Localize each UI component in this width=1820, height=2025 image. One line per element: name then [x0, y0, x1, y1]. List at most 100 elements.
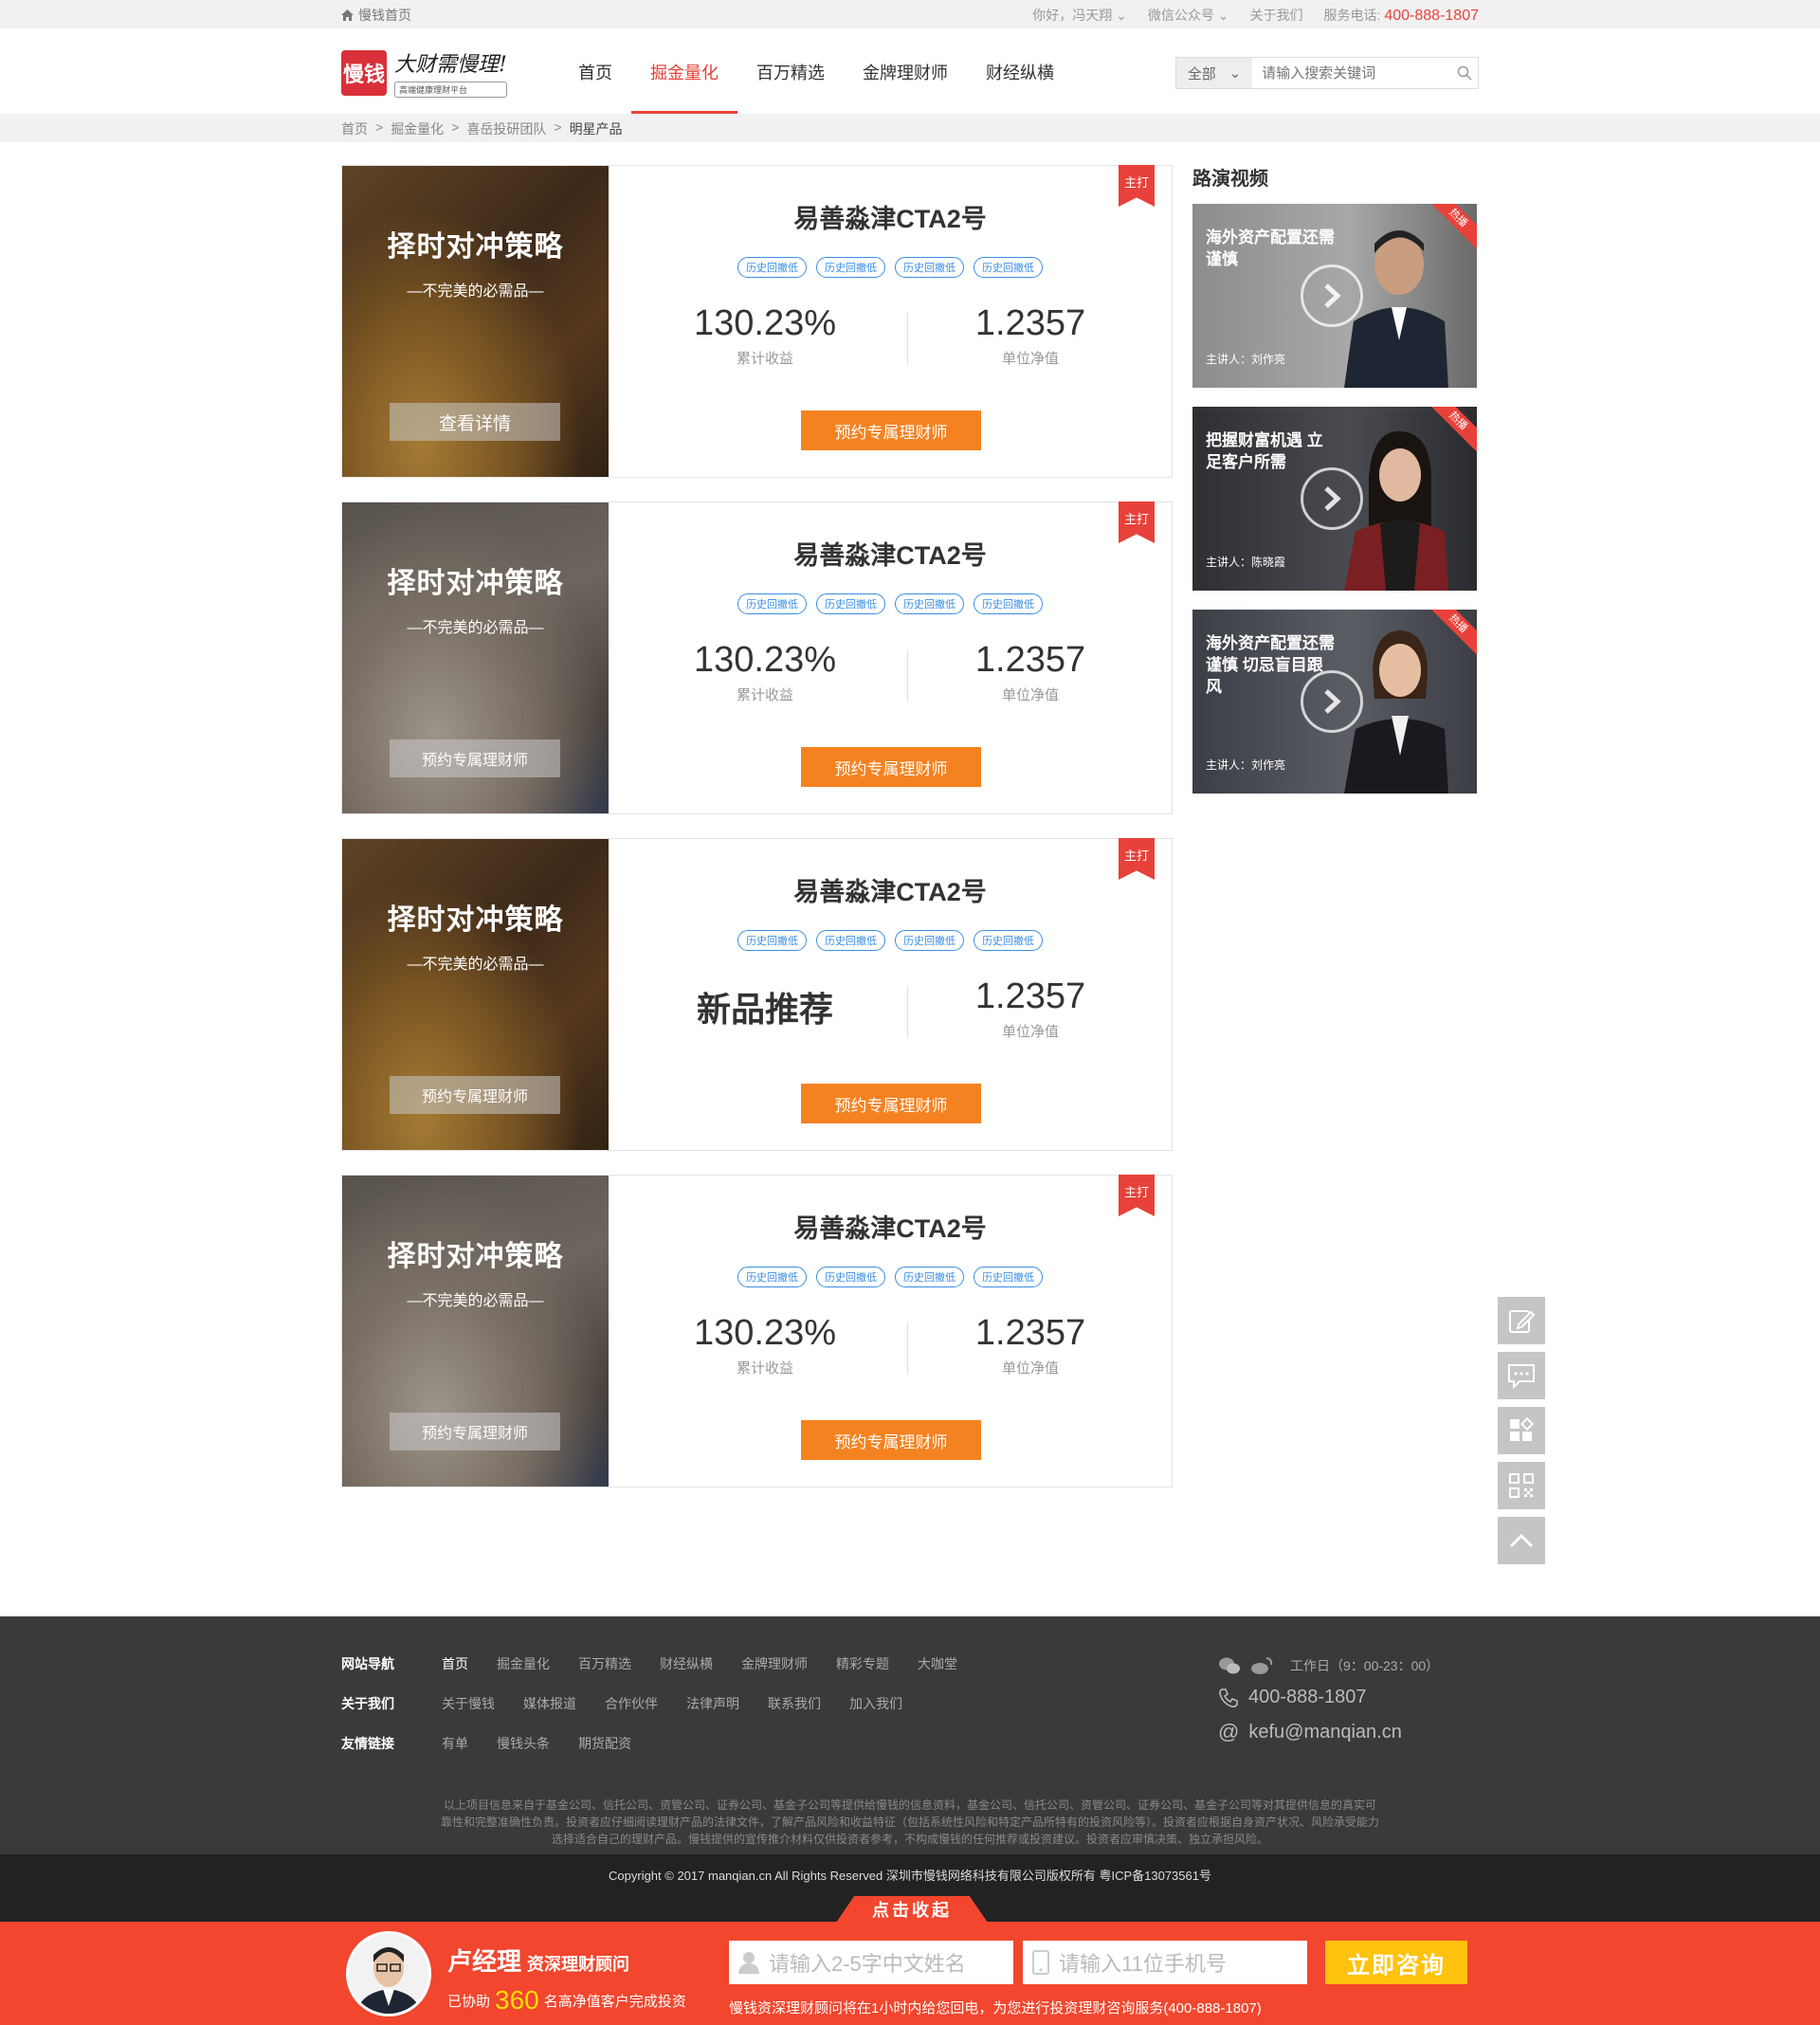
product-name[interactable]: 易善淼津CTA2号	[609, 1208, 1172, 1245]
footer-nav-heading: 网站导航	[341, 1656, 394, 1671]
chevron-down-icon: ⌄	[1228, 65, 1242, 82]
footer-link[interactable]: 金牌理财师	[741, 1654, 808, 1673]
footer-link[interactable]: 百万精选	[578, 1654, 631, 1673]
footer-link[interactable]: 首页	[442, 1654, 468, 1673]
product-name[interactable]: 易善淼津CTA2号	[609, 535, 1172, 572]
site-logo[interactable]: 慢钱 大财需慢理! 高端健康理财平台	[341, 47, 507, 98]
unit-nav-label: 单位净值	[1001, 1024, 1059, 1040]
unit-nav-label: 单位净值	[1001, 1360, 1059, 1377]
video-card[interactable]: 把握财富机遇 立足客户所需 主讲人：陈晓霞 热播	[1192, 407, 1477, 591]
book-advisor-button[interactable]: 预约专属理财师	[801, 410, 981, 450]
play-icon[interactable]	[1301, 265, 1363, 327]
site-footer: 网站导航 首页 掘金量化 百万精选 财经纵横 金牌理财师 精彩专题 大咖堂 关于…	[0, 1616, 1820, 1854]
logo-badge: 慢钱	[341, 49, 387, 96]
footer-link[interactable]: 联系我们	[768, 1694, 821, 1713]
footer-link[interactable]: 法律声明	[686, 1694, 739, 1713]
cumulative-return-value: 130.23%	[693, 1313, 836, 1353]
footer-link[interactable]: 关于慢钱	[442, 1694, 495, 1713]
wechat-link[interactable]: 微信公众号 ⌄	[1148, 6, 1229, 25]
nav-home[interactable]: 首页	[559, 28, 631, 114]
play-icon[interactable]	[1301, 467, 1363, 530]
video-card[interactable]: 海外资产配置还需谨慎 切忌盲目跟风 主讲人：刘作亮 热播	[1192, 610, 1477, 794]
book-advisor-button[interactable]: 预约专属理财师	[801, 1420, 981, 1460]
footer-link[interactable]: 慢钱头条	[497, 1734, 550, 1753]
qrcode-icon[interactable]	[1498, 1462, 1545, 1509]
search-scope-select[interactable]: 全部 ⌄	[1176, 58, 1253, 88]
nav-advisor[interactable]: 金牌理财师	[844, 28, 967, 114]
product-tag: 历史回撤低	[737, 1267, 807, 1287]
product-tags: 历史回撤低 历史回撤低 历史回撤低 历史回撤低	[609, 930, 1172, 951]
nav-quant[interactable]: 掘金量化	[631, 28, 737, 114]
footer-about-heading: 关于我们	[341, 1696, 394, 1711]
cumulative-return-label: 累计收益	[736, 687, 793, 703]
footer-link[interactable]: 财经纵横	[660, 1654, 713, 1673]
book-advisor-button[interactable]: 预约专属理财师	[801, 747, 981, 787]
product-card: 择时对冲策略 —不完美的必需品— 预约专属理财师 易善淼津CTA2号 历史回撤低…	[341, 502, 1173, 814]
banner-book-advisor-button[interactable]: 预约专属理财师	[390, 1413, 560, 1450]
video-card[interactable]: 海外资产配置还需谨慎 主讲人：刘作亮 热播	[1192, 204, 1477, 388]
footer-link[interactable]: 大咖堂	[918, 1654, 957, 1673]
search-input[interactable]	[1252, 58, 1451, 88]
product-tag: 历史回撤低	[974, 593, 1043, 614]
unit-nav-value: 1.2357	[974, 303, 1086, 343]
product-name[interactable]: 易善淼津CTA2号	[609, 198, 1172, 235]
footer-friends-heading: 友情链接	[341, 1736, 394, 1751]
home-icon	[341, 9, 354, 21]
weibo-icon[interactable]	[1250, 1656, 1273, 1675]
home-link[interactable]: 慢钱首页	[341, 6, 411, 25]
consult-submit-button[interactable]: 立即咨询	[1325, 1941, 1467, 1984]
product-tags: 历史回撤低 历史回撤低 历史回撤低 历史回撤低	[609, 593, 1172, 614]
collapse-button[interactable]: 点击收起	[836, 1896, 988, 1923]
footer-phone: 400-888-1807	[1248, 1687, 1367, 1707]
product-card: 择时对冲策略 —不完美的必需品— 查看详情 易善淼津CTA2号 历史回撤低 历史…	[341, 165, 1173, 478]
about-link[interactable]: 关于我们	[1249, 6, 1302, 25]
banner-book-advisor-button[interactable]: 预约专属理财师	[390, 1076, 560, 1114]
video-speaker: 主讲人：刘作亮	[1206, 353, 1286, 366]
back-to-top-icon[interactable]	[1498, 1517, 1545, 1564]
breadcrumb-home[interactable]: 首页	[341, 119, 368, 138]
phone-field[interactable]: 请输入11位手机号	[1023, 1941, 1307, 1984]
banner-book-advisor-button[interactable]: 预约专属理财师	[390, 739, 560, 777]
apps-icon[interactable]	[1498, 1407, 1545, 1454]
nav-selected[interactable]: 百万精选	[737, 28, 844, 114]
breadcrumb-quant[interactable]: 掘金量化	[391, 119, 444, 138]
video-speaker: 主讲人：陈晓霞	[1206, 556, 1286, 569]
edit-icon[interactable]	[1498, 1297, 1545, 1344]
unit-nav-value: 1.2357	[974, 976, 1086, 1016]
user-greeting[interactable]: 你好，冯天翔 ⌄	[1032, 6, 1127, 25]
footer-email[interactable]: kefu@manqian.cn	[1248, 1722, 1402, 1743]
product-tag: 历史回撤低	[816, 593, 885, 614]
email-icon: @	[1218, 1720, 1240, 1743]
product-tag: 历史回撤低	[737, 593, 807, 614]
chat-icon[interactable]	[1498, 1352, 1545, 1399]
footer-friends-row: 友情链接 有单 慢钱头条 期货配资	[341, 1734, 660, 1753]
footer-link[interactable]: 合作伙伴	[605, 1694, 658, 1713]
footer-link[interactable]: 掘金量化	[497, 1654, 550, 1673]
footer-link[interactable]: 加入我们	[849, 1694, 902, 1713]
footer-link[interactable]: 媒体报道	[523, 1694, 576, 1713]
footer-link[interactable]: 期货配资	[578, 1734, 631, 1753]
view-details-button[interactable]: 查看详情	[390, 403, 560, 441]
avatar	[346, 1931, 431, 2016]
mobile-icon	[1032, 1950, 1049, 1975]
search-box: 全部 ⌄	[1175, 57, 1479, 89]
footer-link[interactable]: 有单	[442, 1734, 468, 1753]
product-tag: 历史回撤低	[816, 1267, 885, 1287]
breadcrumb-team[interactable]: 喜岳投研团队	[466, 119, 546, 138]
cumulative-return-label: 累计收益	[736, 1360, 793, 1377]
name-field[interactable]: 请输入2-5字中文姓名	[729, 1941, 1013, 1984]
banner-subtitle: —不完美的必需品—	[407, 1293, 544, 1309]
service-phone-number: 400-888-1807	[1384, 8, 1479, 24]
breadcrumb-bar: 首页 > 掘金量化 > 喜岳投研团队 > 明星产品	[0, 114, 1820, 142]
footer-link[interactable]: 精彩专题	[836, 1654, 889, 1673]
unit-nav-value: 1.2357	[974, 640, 1086, 680]
product-tags: 历史回撤低 历史回撤低 历史回撤低 历史回撤低	[609, 1267, 1172, 1287]
book-advisor-button[interactable]: 预约专属理财师	[801, 1084, 981, 1123]
search-button[interactable]	[1450, 58, 1478, 88]
nav-finance[interactable]: 财经纵横	[967, 28, 1073, 114]
wechat-icon[interactable]	[1218, 1656, 1241, 1675]
chevron-down-icon: ⌄	[1217, 8, 1229, 23]
play-icon[interactable]	[1301, 670, 1363, 733]
product-name[interactable]: 易善淼津CTA2号	[609, 871, 1172, 908]
logo-slogan: 大财需慢理!	[394, 53, 507, 77]
